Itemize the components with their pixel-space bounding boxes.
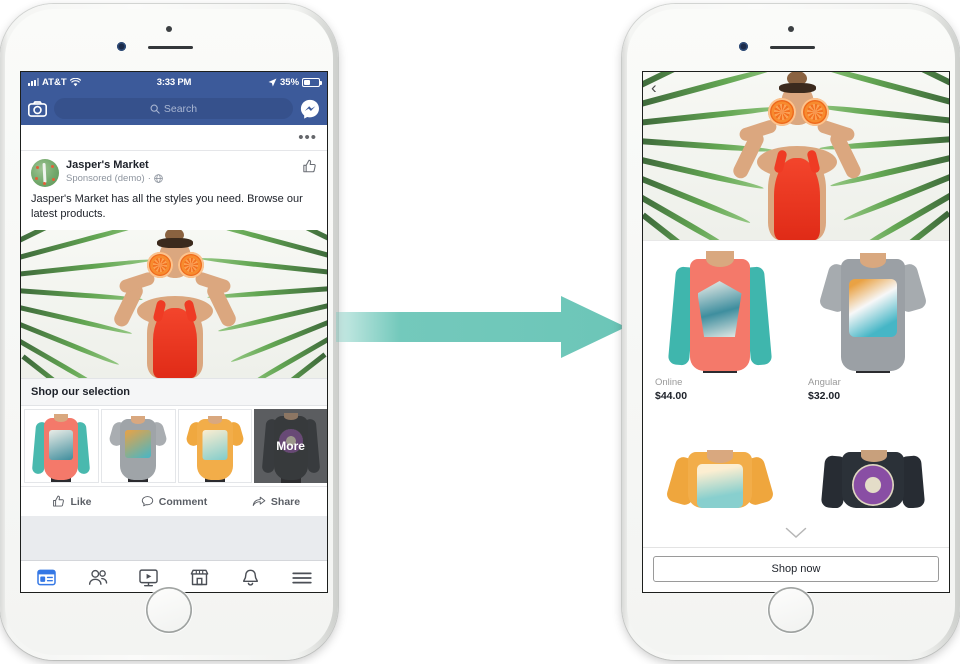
comment-bubble-icon: [141, 496, 153, 507]
carrier-label: AT&T: [42, 76, 67, 88]
post-subline: Sponsored (demo) ·: [66, 172, 295, 185]
facebook-top-nav: Search: [21, 92, 327, 125]
carousel-item-more[interactable]: More: [254, 409, 327, 483]
search-placeholder-label: Search: [163, 102, 198, 115]
product-image[interactable]: [796, 450, 949, 508]
right-phone-screen: ‹ Online $44.00 Angular $32.00 Shop now: [642, 71, 950, 593]
shop-section-header: Shop our selection: [21, 378, 327, 406]
like-button[interactable]: Like: [21, 495, 123, 508]
battery-icon: [302, 77, 323, 87]
camera-icon[interactable]: [28, 100, 47, 117]
sidebar-item-menu[interactable]: [276, 571, 327, 585]
hamburger-menu-icon: [291, 572, 312, 583]
like-label: Like: [70, 495, 92, 508]
signal-bars-icon: [28, 78, 39, 86]
product-meta: Angular $32.00: [796, 373, 949, 411]
sidebar-item-marketplace[interactable]: [174, 569, 225, 586]
home-button[interactable]: [146, 587, 192, 633]
news-feed-icon: [37, 569, 56, 586]
share-label: Share: [270, 495, 301, 508]
battery-percent-label: 35%: [280, 76, 300, 88]
more-overlay-label: More: [254, 409, 327, 483]
post-action-bar: Like Comment Share: [21, 486, 327, 516]
sensor-dot-icon: [166, 26, 172, 32]
search-icon: [150, 104, 160, 114]
ellipsis-icon[interactable]: •••: [298, 130, 317, 145]
product-cell[interactable]: Online $44.00: [643, 241, 796, 450]
post-body-text: Jasper's Market has all the styles you n…: [31, 193, 303, 220]
home-button[interactable]: [768, 587, 814, 633]
comment-label: Comment: [158, 495, 208, 508]
sensor-dot-icon: [788, 26, 794, 32]
friends-icon: [88, 569, 107, 585]
earpiece-speaker: [148, 46, 193, 49]
product-image[interactable]: [796, 241, 949, 373]
location-arrow-icon: [268, 78, 277, 86]
video-play-icon: [139, 568, 158, 586]
sponsored-post: ••• Jasper's Market Sponsored (demo) · J…: [21, 125, 327, 516]
clock-label: 3:33 PM: [156, 76, 192, 88]
post-top-bar: •••: [21, 125, 327, 151]
thumbs-up-icon: [53, 495, 65, 507]
product-name: Angular: [808, 377, 841, 388]
product-carousel: More: [21, 406, 327, 486]
product-cell[interactable]: [796, 450, 949, 547]
cta-container: Shop now: [643, 547, 949, 592]
sponsored-label: Sponsored (demo): [66, 173, 145, 184]
earpiece-speaker: [770, 46, 815, 49]
right-phone-device: ‹ Online $44.00 Angular $32.00 Shop now: [622, 4, 960, 660]
messenger-icon[interactable]: [300, 99, 320, 119]
share-arrow-icon: [252, 496, 266, 506]
product-cell[interactable]: [643, 450, 796, 547]
sidebar-item-friends[interactable]: [72, 569, 123, 586]
globe-icon: [154, 174, 163, 183]
sidebar-item-watch[interactable]: [123, 568, 174, 587]
left-phone-body: AT&T 3:33 PM 35% Search ••• Jasper's Mar…: [5, 9, 333, 655]
wifi-icon: [69, 77, 81, 86]
status-bar: AT&T 3:33 PM 35%: [21, 72, 327, 92]
news-feed: ••• Jasper's Market Sponsored (demo) · J…: [21, 125, 327, 592]
instant-experience-canvas: ‹ Online $44.00 Angular $32.00 Shop now: [643, 72, 949, 592]
avatar[interactable]: [31, 159, 59, 187]
product-image[interactable]: [643, 450, 796, 508]
transition-arrow: [336, 294, 626, 360]
right-arrow-icon: [336, 296, 626, 358]
left-phone-screen: AT&T 3:33 PM 35% Search ••• Jasper's Mar…: [20, 71, 328, 593]
front-camera-icon: [739, 42, 748, 51]
carousel-item[interactable]: [100, 409, 176, 483]
front-camera-icon: [117, 42, 126, 51]
sidebar-item-news-feed[interactable]: [21, 569, 72, 586]
product-image[interactable]: [643, 241, 796, 373]
product-price: $44.00: [655, 390, 688, 402]
back-chevron-icon[interactable]: ‹: [651, 79, 657, 96]
left-phone-device: AT&T 3:33 PM 35% Search ••• Jasper's Mar…: [0, 4, 338, 660]
post-hero-image[interactable]: [21, 230, 327, 378]
product-name: Online: [655, 377, 683, 388]
product-grid: Online $44.00 Angular $32.00: [643, 240, 949, 547]
post-header: Jasper's Market Sponsored (demo) ·: [21, 151, 327, 187]
bell-icon: [242, 569, 259, 586]
share-button[interactable]: Share: [225, 495, 327, 508]
product-cell[interactable]: Angular $32.00: [796, 241, 949, 450]
screenshot-canvas: AT&T 3:33 PM 35% Search ••• Jasper's Mar…: [0, 0, 960, 664]
chevron-down-icon[interactable]: [785, 527, 807, 539]
sidebar-item-notifications[interactable]: [225, 569, 276, 587]
product-meta: Online $44.00: [643, 373, 796, 411]
storefront-icon: [190, 569, 209, 586]
product-price: $32.00: [808, 390, 841, 402]
thumbs-up-icon[interactable]: [302, 159, 317, 174]
carousel-item[interactable]: [24, 409, 99, 483]
shop-now-button[interactable]: Shop now: [653, 556, 939, 582]
canvas-hero-image: ‹: [643, 72, 949, 240]
page-name[interactable]: Jasper's Market: [66, 159, 295, 172]
search-input[interactable]: Search: [54, 98, 293, 119]
comment-button[interactable]: Comment: [123, 495, 225, 508]
subline-separator: ·: [147, 173, 151, 184]
right-phone-body: ‹ Online $44.00 Angular $32.00 Shop now: [627, 9, 955, 655]
carousel-item[interactable]: [177, 409, 253, 483]
